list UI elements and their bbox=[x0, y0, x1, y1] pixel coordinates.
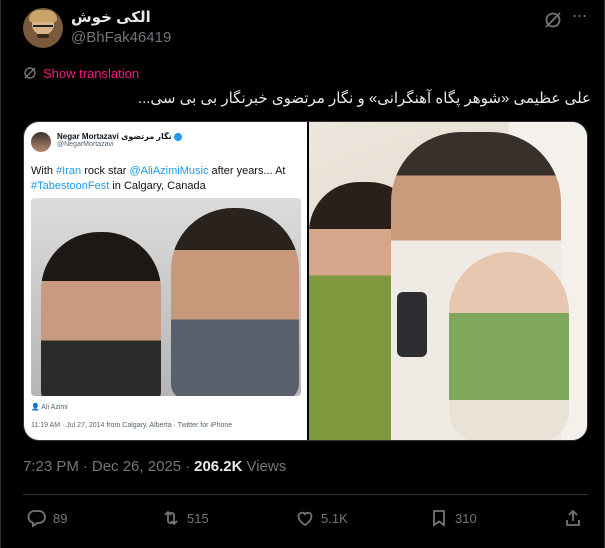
reply-button[interactable]: 89 bbox=[27, 508, 67, 528]
bookmark-count: 310 bbox=[455, 510, 477, 526]
author-handle[interactable]: @BhFak46419 bbox=[71, 28, 171, 48]
tweet-header: الکی خوش @BhFak46419 ··· bbox=[23, 6, 593, 48]
media-image-quote-screenshot[interactable]: Negar Mortazavi نگار مرتضوی @NegarMortaz… bbox=[24, 122, 307, 440]
like-button[interactable]: 5.1K bbox=[295, 508, 348, 528]
bookmark-button[interactable]: 310 bbox=[429, 508, 477, 528]
quoted-text: With #Iran rock star @AliAzimiMusic afte… bbox=[31, 165, 286, 192]
tweet-card: الکی خوش @BhFak46419 ··· Show translatio… bbox=[0, 0, 605, 548]
media-grid: Negar Mortazavi نگار مرتضوی @NegarMortaz… bbox=[23, 121, 588, 441]
mention-aliazimimusic: @AliAzimiMusic bbox=[129, 165, 209, 177]
views-label: Views bbox=[246, 458, 287, 475]
divider bbox=[23, 494, 588, 495]
translate-icon bbox=[24, 67, 36, 79]
repost-button[interactable]: 515 bbox=[161, 508, 209, 528]
quoted-header: Negar Mortazavi نگار مرتضوی @NegarMortaz… bbox=[31, 132, 182, 152]
tweet-text: علی عظیمی «شوهر پگاه آهنگرانی» و نگار مر… bbox=[137, 90, 591, 107]
tagged-user: 👤 Ali Azimi bbox=[31, 404, 68, 411]
hashtag-iran: #Iran bbox=[56, 165, 82, 177]
repost-count: 515 bbox=[187, 510, 209, 526]
user-info: الکی خوش @BhFak46419 bbox=[71, 8, 171, 48]
quoted-meta: 11:19 AM · Jul 27, 2014 from Calgary, Al… bbox=[31, 422, 233, 429]
quoted-name: Negar Mortazavi نگار مرتضوی bbox=[57, 132, 172, 141]
share-button[interactable] bbox=[563, 508, 583, 528]
more-icon[interactable]: ··· bbox=[569, 6, 589, 28]
views-count: 206.2K bbox=[194, 458, 243, 475]
media-image-family-photo[interactable] bbox=[309, 122, 587, 440]
post-date[interactable]: Dec 26, 2025 bbox=[92, 458, 181, 475]
action-bar: 89 515 5.1K 310 bbox=[23, 508, 588, 532]
bookmark-icon bbox=[433, 510, 445, 527]
post-time[interactable]: 7:23 PM bbox=[23, 458, 79, 475]
grok-icon[interactable] bbox=[543, 10, 563, 30]
show-translation-label: Show translation bbox=[43, 65, 140, 81]
reply-icon bbox=[27, 510, 46, 528]
repost-icon bbox=[164, 510, 178, 526]
photo-baby bbox=[449, 252, 569, 440]
verified-badge-icon bbox=[173, 132, 182, 141]
reply-count: 89 bbox=[53, 510, 68, 526]
share-icon bbox=[566, 509, 580, 526]
author-display-name[interactable]: الکی خوش bbox=[71, 8, 171, 28]
show-translation-link[interactable]: Show translation bbox=[23, 64, 139, 82]
like-count: 5.1K bbox=[321, 510, 348, 526]
photo-phone bbox=[397, 292, 427, 357]
hashtag-tabestoonfest: #TabestoonFest bbox=[31, 180, 110, 192]
post-meta: 7:23 PM · Dec 26, 2025 · 206.2K Views bbox=[23, 458, 287, 475]
avatar[interactable] bbox=[23, 8, 63, 48]
quoted-photo bbox=[31, 198, 301, 396]
heart-icon bbox=[297, 511, 313, 527]
quoted-handle: @NegarMortazavi bbox=[57, 141, 114, 148]
quoted-avatar bbox=[31, 132, 51, 152]
